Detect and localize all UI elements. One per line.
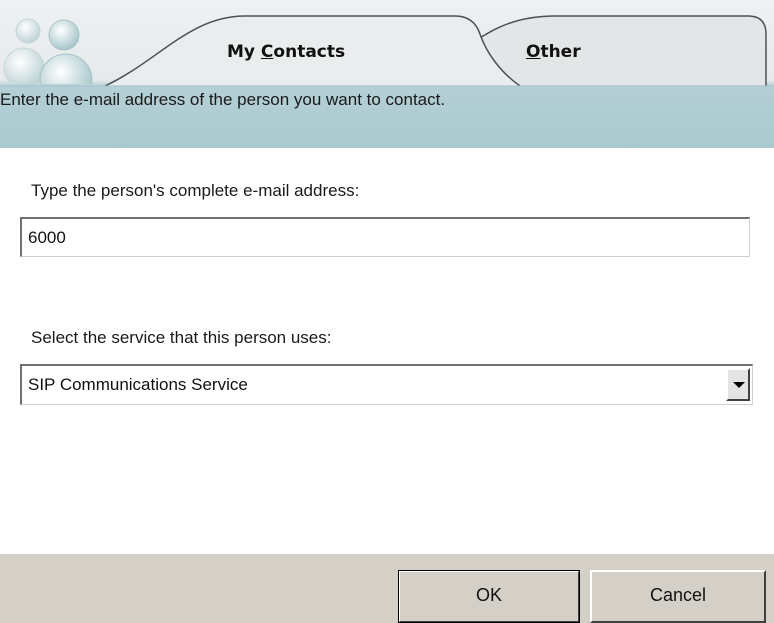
chevron-down-icon[interactable] xyxy=(726,368,750,401)
ok-button[interactable]: OK xyxy=(398,570,580,623)
dialog-footer: OK Cancel xyxy=(0,554,774,623)
tab-my-contacts[interactable]: My Contacts xyxy=(227,42,345,62)
email-field[interactable] xyxy=(20,217,750,257)
service-select[interactable]: SIP Communications Service xyxy=(20,364,753,405)
email-field-label: Type the person's complete e-mail addres… xyxy=(31,181,360,200)
cancel-button[interactable]: Cancel xyxy=(590,570,766,623)
messenger-logo-icon xyxy=(3,18,93,84)
header-instruction: Enter the e-mail address of the person y… xyxy=(0,90,446,109)
service-select-value: SIP Communications Service xyxy=(28,375,248,394)
tab-strip xyxy=(0,15,774,87)
dialog-header: My Contacts Other Enter the e-mail addre… xyxy=(0,0,774,148)
tab-other[interactable]: Other xyxy=(526,42,581,62)
service-select-label: Select the service that this person uses… xyxy=(31,328,332,347)
